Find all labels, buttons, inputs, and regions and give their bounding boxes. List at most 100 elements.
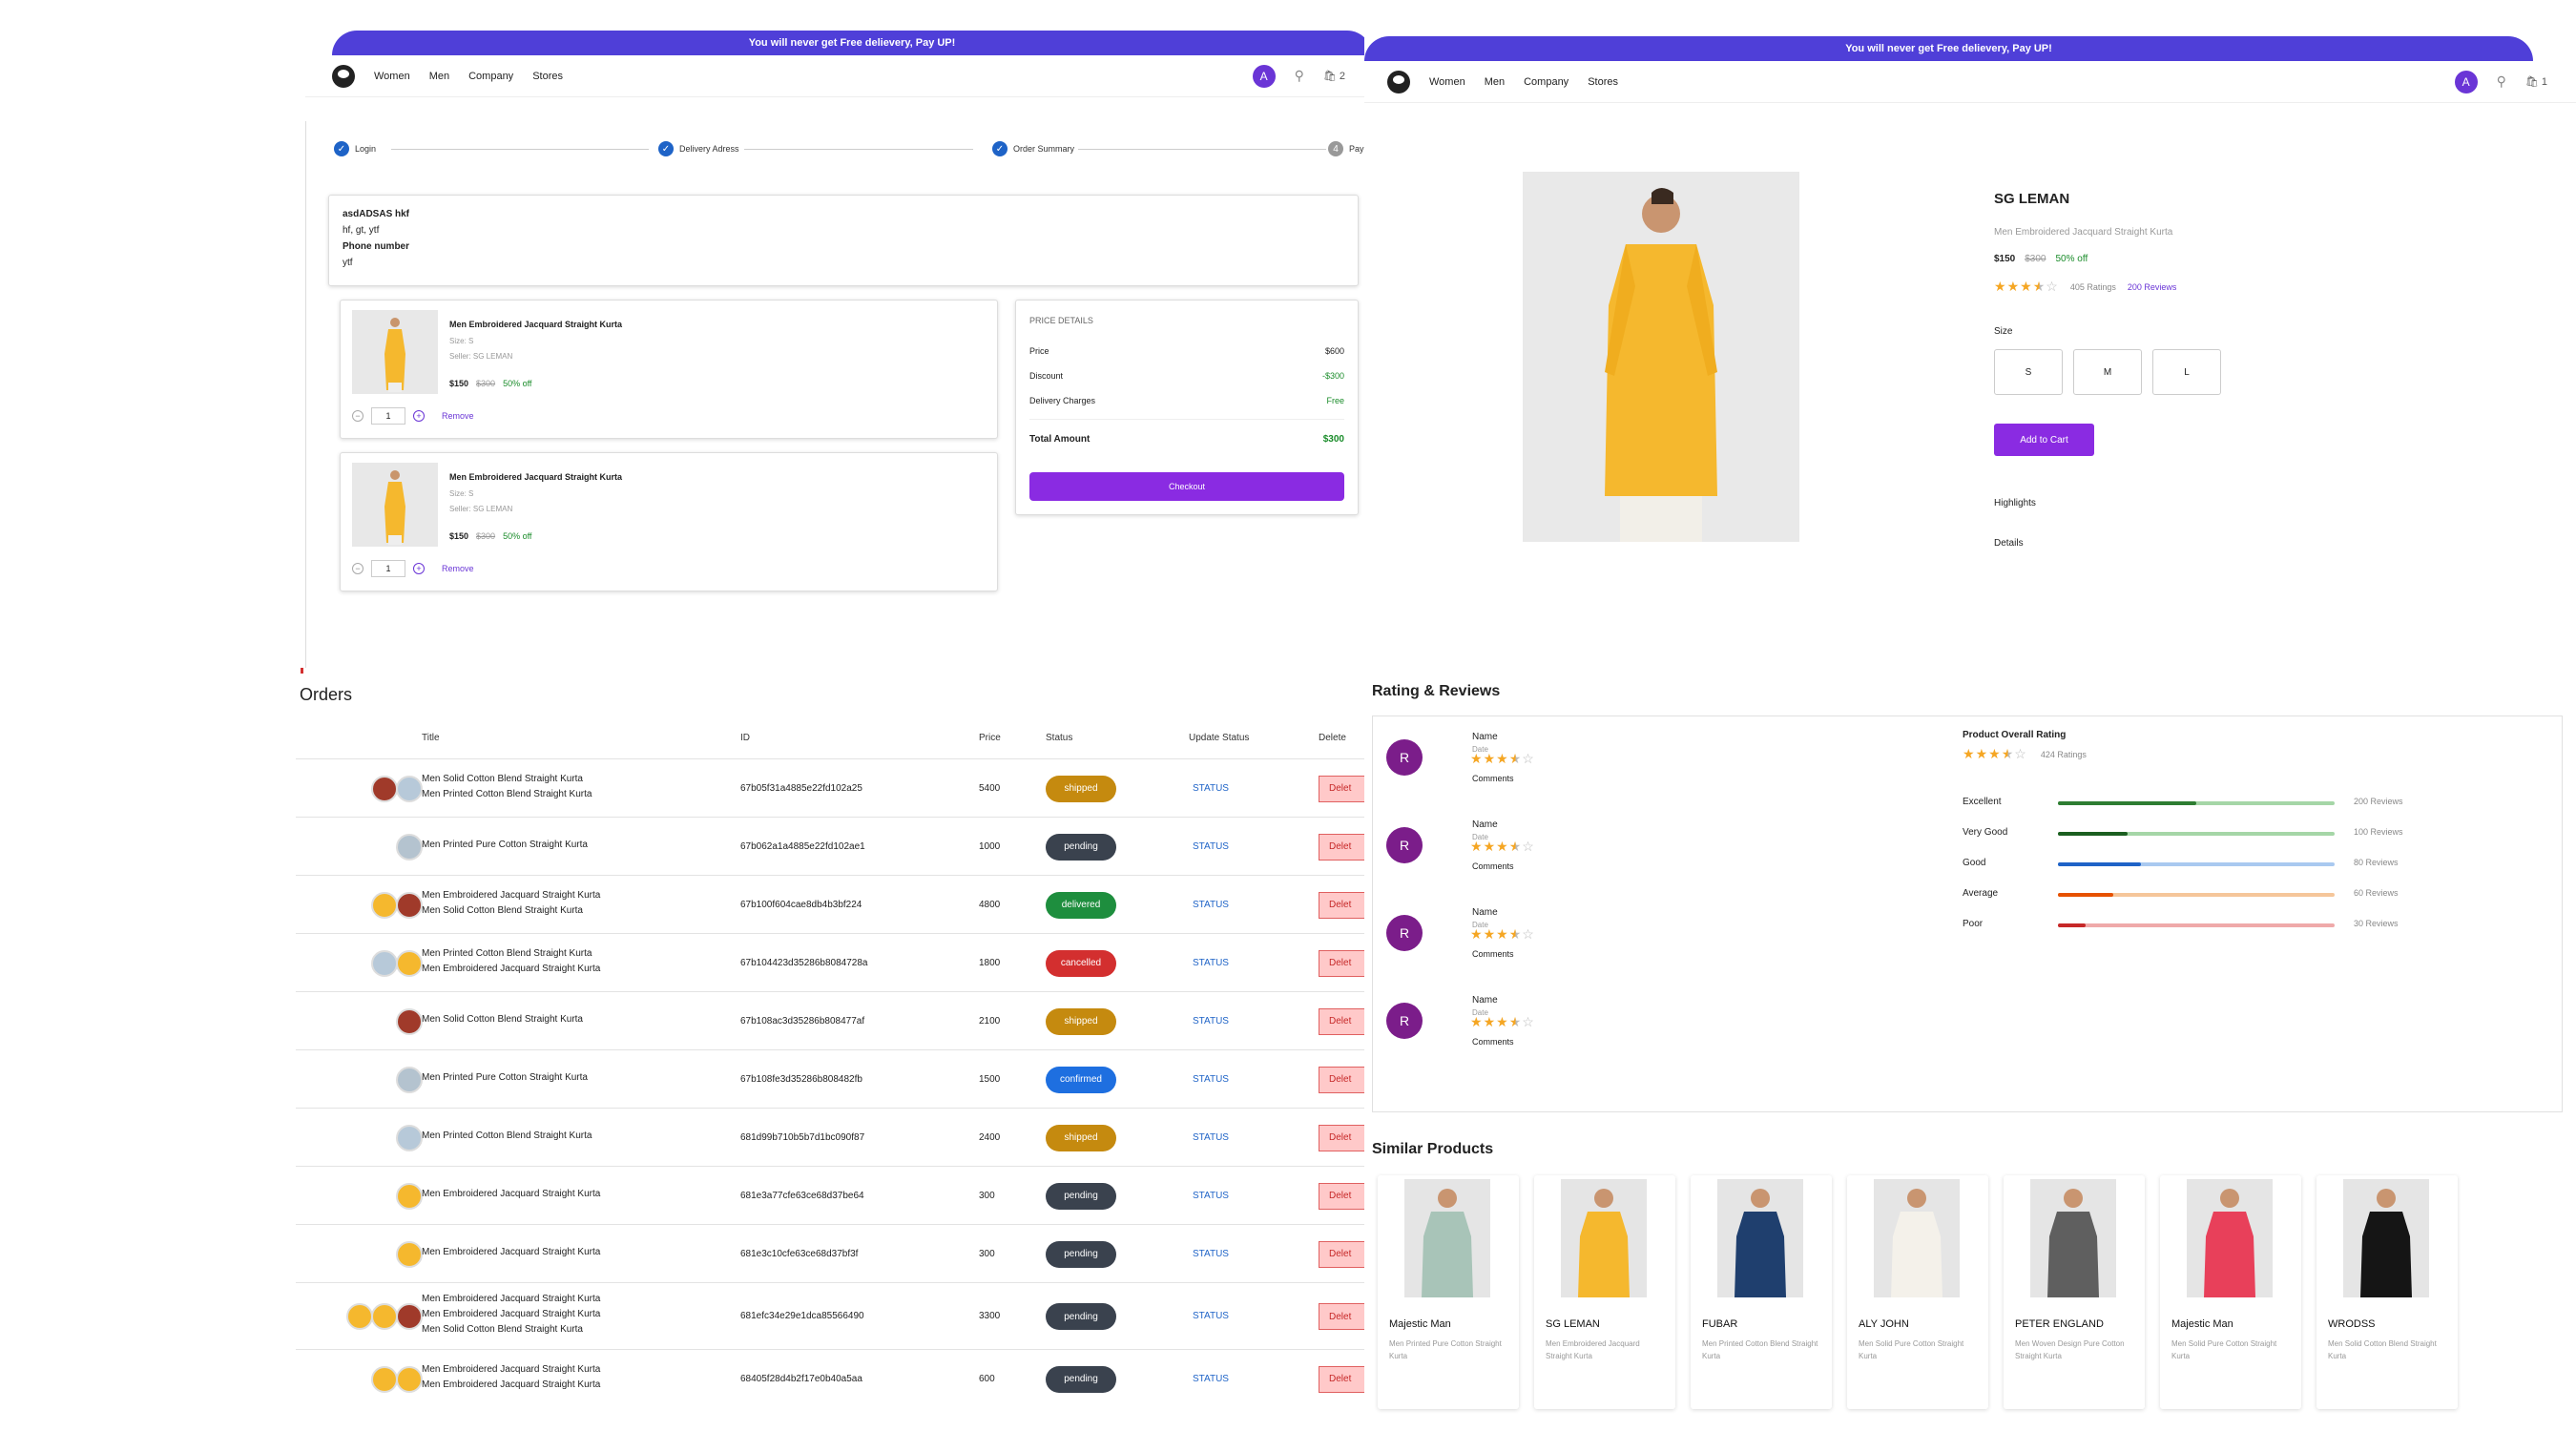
delete-order-button[interactable]: Delet	[1319, 833, 1364, 861]
nav-stores[interactable]: Stores	[1588, 76, 1618, 88]
star-empty-icon: ☆	[1522, 926, 1535, 942]
product-panel: You will never get Free delievery, Pay U…	[1364, 31, 2576, 1423]
brand-logo-icon[interactable]	[332, 64, 355, 88]
update-status-button[interactable]: STATUS	[1193, 958, 1229, 968]
order-row: Men Embroidered Jacquard Straight Kurta M…	[296, 1350, 1364, 1402]
delete-order-button[interactable]: Delet	[1319, 1240, 1364, 1268]
update-status-button[interactable]: STATUS	[1193, 1132, 1229, 1143]
size-s-button[interactable]: S	[1994, 349, 2063, 395]
discount-value: -$300	[1321, 371, 1344, 381]
update-status-button[interactable]: STATUS	[1193, 1311, 1229, 1321]
address-card[interactable]: asdADSAS hkf hf, gt, ytf Phone number yt…	[328, 195, 1359, 286]
highlights-toggle[interactable]: Highlights	[1994, 498, 2036, 508]
remove-button[interactable]: Remove	[442, 411, 474, 421]
reviewer-name: Name	[1472, 907, 1498, 918]
decrease-qty-button[interactable]: −	[352, 410, 364, 422]
main-product-image	[1523, 172, 1799, 542]
nav-women[interactable]: Women	[374, 71, 410, 82]
star-full-icon: ★	[1988, 746, 2002, 761]
rating-bar-row: Poor 30 Reviews	[1963, 919, 2576, 932]
review-stars: ★★★★☆	[1470, 751, 1535, 767]
similar-product-card[interactable]: FUBAR Men Printed Cotton Blend Straight K…	[1691, 1175, 1832, 1409]
star-full-icon: ★	[1483, 751, 1497, 766]
search-icon[interactable]: ⚲	[2497, 73, 2506, 90]
remove-button[interactable]: Remove	[442, 564, 474, 573]
update-status-button[interactable]: STATUS	[1193, 1016, 1229, 1027]
nav-women[interactable]: Women	[1429, 76, 1465, 88]
order-price: 1500	[979, 1073, 1001, 1085]
item-discount: 50% off	[503, 379, 532, 388]
update-status-button[interactable]: STATUS	[1193, 783, 1229, 794]
nav-stores[interactable]: Stores	[532, 71, 563, 82]
similar-product-card[interactable]: PETER ENGLAND Men Woven Design Pure Cotto…	[2004, 1175, 2145, 1409]
update-status-button[interactable]: STATUS	[1193, 1374, 1229, 1384]
brand-logo-icon[interactable]	[1387, 70, 1410, 93]
delete-order-button[interactable]: Delet	[1319, 1007, 1364, 1035]
order-item-thumbnail	[396, 1007, 423, 1035]
size-m-button[interactable]: M	[2073, 349, 2142, 395]
order-price: 300	[979, 1190, 995, 1201]
reviews-link[interactable]: 200 Reviews	[2128, 282, 2177, 292]
delete-order-button[interactable]: Delet	[1319, 1066, 1364, 1093]
check-icon: ✓	[334, 141, 349, 156]
rating-bar-label: Good	[1963, 858, 1986, 868]
order-item-thumbnail	[346, 1303, 373, 1330]
update-status-button[interactable]: STATUS	[1193, 841, 1229, 852]
similar-product-card[interactable]: ALY JOHN Men Solid Pure Cotton Straight K…	[1847, 1175, 1988, 1409]
search-icon[interactable]: ⚲	[1295, 68, 1304, 84]
marker	[301, 668, 303, 674]
cart-icon[interactable]: 🛍 1	[2525, 75, 2547, 88]
size-l-button[interactable]: L	[2152, 349, 2221, 395]
step-number-icon: 4	[1328, 141, 1343, 156]
similar-product-card[interactable]: SG LEMAN Men Embroidered Jacquard Straigh…	[1534, 1175, 1675, 1409]
delete-order-button[interactable]: Delet	[1319, 1303, 1364, 1330]
nav-company[interactable]: Company	[468, 71, 513, 82]
nav-men[interactable]: Men	[1485, 76, 1505, 88]
similar-product-card[interactable]: Majestic Man Men Printed Pure Cotton Stra…	[1378, 1175, 1519, 1409]
delete-order-button[interactable]: Delet	[1319, 891, 1364, 919]
update-status-button[interactable]: STATUS	[1193, 1191, 1229, 1201]
rating-bar-label: Excellent	[1963, 797, 2002, 807]
quantity-input[interactable]: 1	[371, 560, 405, 577]
similar-product-image	[1874, 1179, 1960, 1297]
delete-order-button[interactable]: Delet	[1319, 775, 1364, 802]
similar-product-desc: Men Printed Pure Cotton Straight Kurta	[1389, 1339, 1502, 1360]
user-avatar[interactable]: A	[2454, 70, 2478, 93]
decrease-qty-button[interactable]: −	[352, 563, 364, 574]
delete-order-button[interactable]: Delet	[1319, 1365, 1364, 1393]
increase-qty-button[interactable]: +	[413, 410, 425, 422]
add-to-cart-button[interactable]: Add to Cart	[1994, 424, 2094, 456]
cart-icon[interactable]: 🛍 2	[1323, 70, 1345, 82]
similar-product-card[interactable]: WRODSS Men Solid Cotton Blend Straight Ku…	[2316, 1175, 2458, 1409]
total-value: $300	[1322, 434, 1344, 445]
rating-bar-track	[2058, 923, 2335, 927]
update-status-button[interactable]: STATUS	[1193, 1249, 1229, 1259]
order-id: 681e3c10cfe63ce68d37bf3f	[740, 1248, 859, 1259]
order-item-title: Men Embroidered Jacquard Straight Kurta	[422, 1309, 601, 1319]
star-half-icon: ★	[1508, 926, 1523, 942]
quantity-input[interactable]: 1	[371, 407, 405, 425]
nav-men[interactable]: Men	[429, 71, 449, 82]
similar-product-image	[2343, 1179, 2429, 1297]
details-toggle[interactable]: Details	[1994, 538, 2024, 549]
rating-bar-track	[2058, 832, 2335, 836]
similar-product-card[interactable]: Majestic Man Men Solid Pure Cotton Straig…	[2160, 1175, 2301, 1409]
rating-bar-row: Average 60 Reviews	[1963, 888, 2576, 902]
update-status-button[interactable]: STATUS	[1193, 900, 1229, 910]
order-item-title: Men Solid Cotton Blend Straight Kurta	[422, 904, 583, 916]
checkout-button[interactable]: Checkout	[1029, 472, 1344, 501]
total-label: Total Amount	[1029, 434, 1091, 445]
col-price: Price	[979, 733, 1001, 743]
col-update-status: Update Status	[1189, 733, 1250, 743]
increase-qty-button[interactable]: +	[413, 563, 425, 574]
order-item-thumbnail	[371, 1365, 398, 1393]
product-image	[352, 463, 438, 547]
delete-order-button[interactable]: Delet	[1319, 1124, 1364, 1151]
order-row: Men Printed Cotton Blend Straight Kurta 6…	[296, 1109, 1364, 1167]
delete-order-button[interactable]: Delet	[1319, 949, 1364, 977]
user-avatar[interactable]: A	[1252, 64, 1276, 88]
delete-order-button[interactable]: Delet	[1319, 1182, 1364, 1210]
update-status-button[interactable]: STATUS	[1193, 1074, 1229, 1085]
order-row: Men Embroidered Jacquard Straight Kurta M…	[296, 1283, 1364, 1350]
nav-company[interactable]: Company	[1524, 76, 1568, 88]
